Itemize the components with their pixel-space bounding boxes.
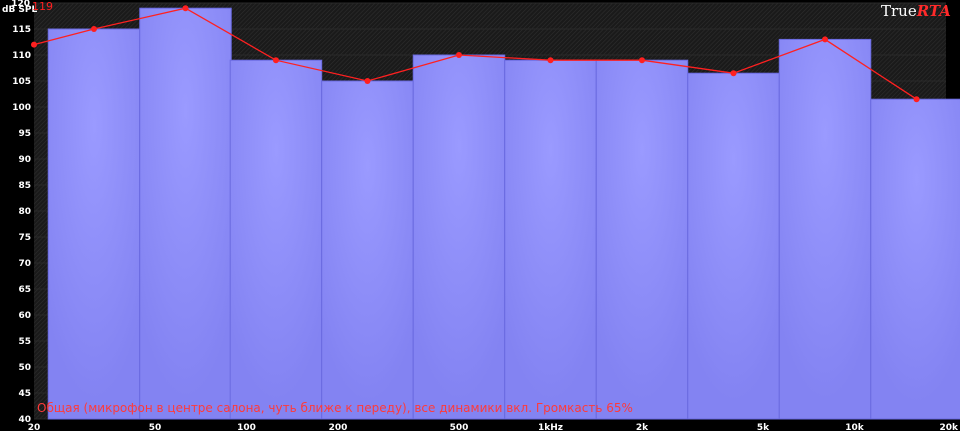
x-tick-label: 20 (28, 423, 41, 431)
y-axis-ticks: 404550556065707580859095100105110115120 (11, 0, 31, 425)
y-tick-label: 55 (18, 337, 31, 347)
x-tick-label: 50 (149, 423, 162, 431)
spl-point (90, 26, 97, 32)
y-tick-label: 65 (18, 285, 31, 295)
spl-point (364, 78, 371, 84)
bars (47, 7, 960, 420)
bar (870, 98, 960, 420)
x-axis-ticks: 20 50 100 200 500 1kHz 2k 5k 10k 20k (28, 423, 959, 431)
y-tick-label: 50 (18, 363, 31, 373)
y-tick-label: 115 (12, 25, 31, 35)
spl-point (31, 41, 37, 48)
spl-point (272, 57, 279, 64)
bar (412, 54, 506, 420)
bar (321, 80, 414, 420)
logo-rta-text: RTA (916, 2, 951, 20)
x-tick-label: 2k (636, 423, 649, 431)
y-tick-label: 100 (12, 103, 31, 113)
x-tick-label: 100 (237, 423, 256, 431)
bar (139, 7, 232, 420)
chart-annotation: Общая (микрофон в центре салона, чуть бл… (37, 401, 633, 415)
bar (687, 72, 780, 420)
y-tick-label: 95 (18, 129, 31, 139)
y-tick-label: 85 (18, 181, 31, 191)
x-tick-label: 1kHz (538, 423, 563, 431)
truerta-logo: TrueRTA (881, 2, 951, 20)
y-tick-label: 90 (18, 155, 31, 165)
spl-point (822, 36, 829, 43)
bar (47, 28, 141, 420)
rta-chart: 404550556065707580859095100105110115120 … (2, 0, 960, 431)
y-tick-label: 70 (18, 259, 31, 269)
bar (504, 59, 597, 420)
peak-value-label: 119 (32, 0, 53, 13)
x-tick-label: 500 (450, 423, 469, 431)
x-tick-label: 20k (939, 423, 959, 431)
spl-point (455, 52, 462, 58)
spl-point (913, 96, 920, 103)
bar (778, 38, 872, 420)
y-tick-label: 80 (18, 207, 31, 217)
x-tick-label: 200 (329, 423, 348, 431)
y-tick-label: 75 (18, 233, 31, 243)
x-tick-label: 10k (845, 423, 865, 431)
bar (595, 59, 689, 420)
spl-point (182, 5, 189, 12)
y-tick-label: 105 (12, 77, 31, 87)
y-tick-label: 110 (12, 51, 31, 61)
spl-point (547, 57, 554, 64)
y-tick-label: 60 (18, 311, 31, 321)
spl-point (730, 70, 737, 77)
y-tick-label: 45 (18, 389, 31, 399)
x-tick-label: 5k (757, 423, 770, 431)
logo-true-text: True (881, 2, 917, 20)
bar (229, 59, 323, 420)
spl-point (639, 57, 645, 64)
